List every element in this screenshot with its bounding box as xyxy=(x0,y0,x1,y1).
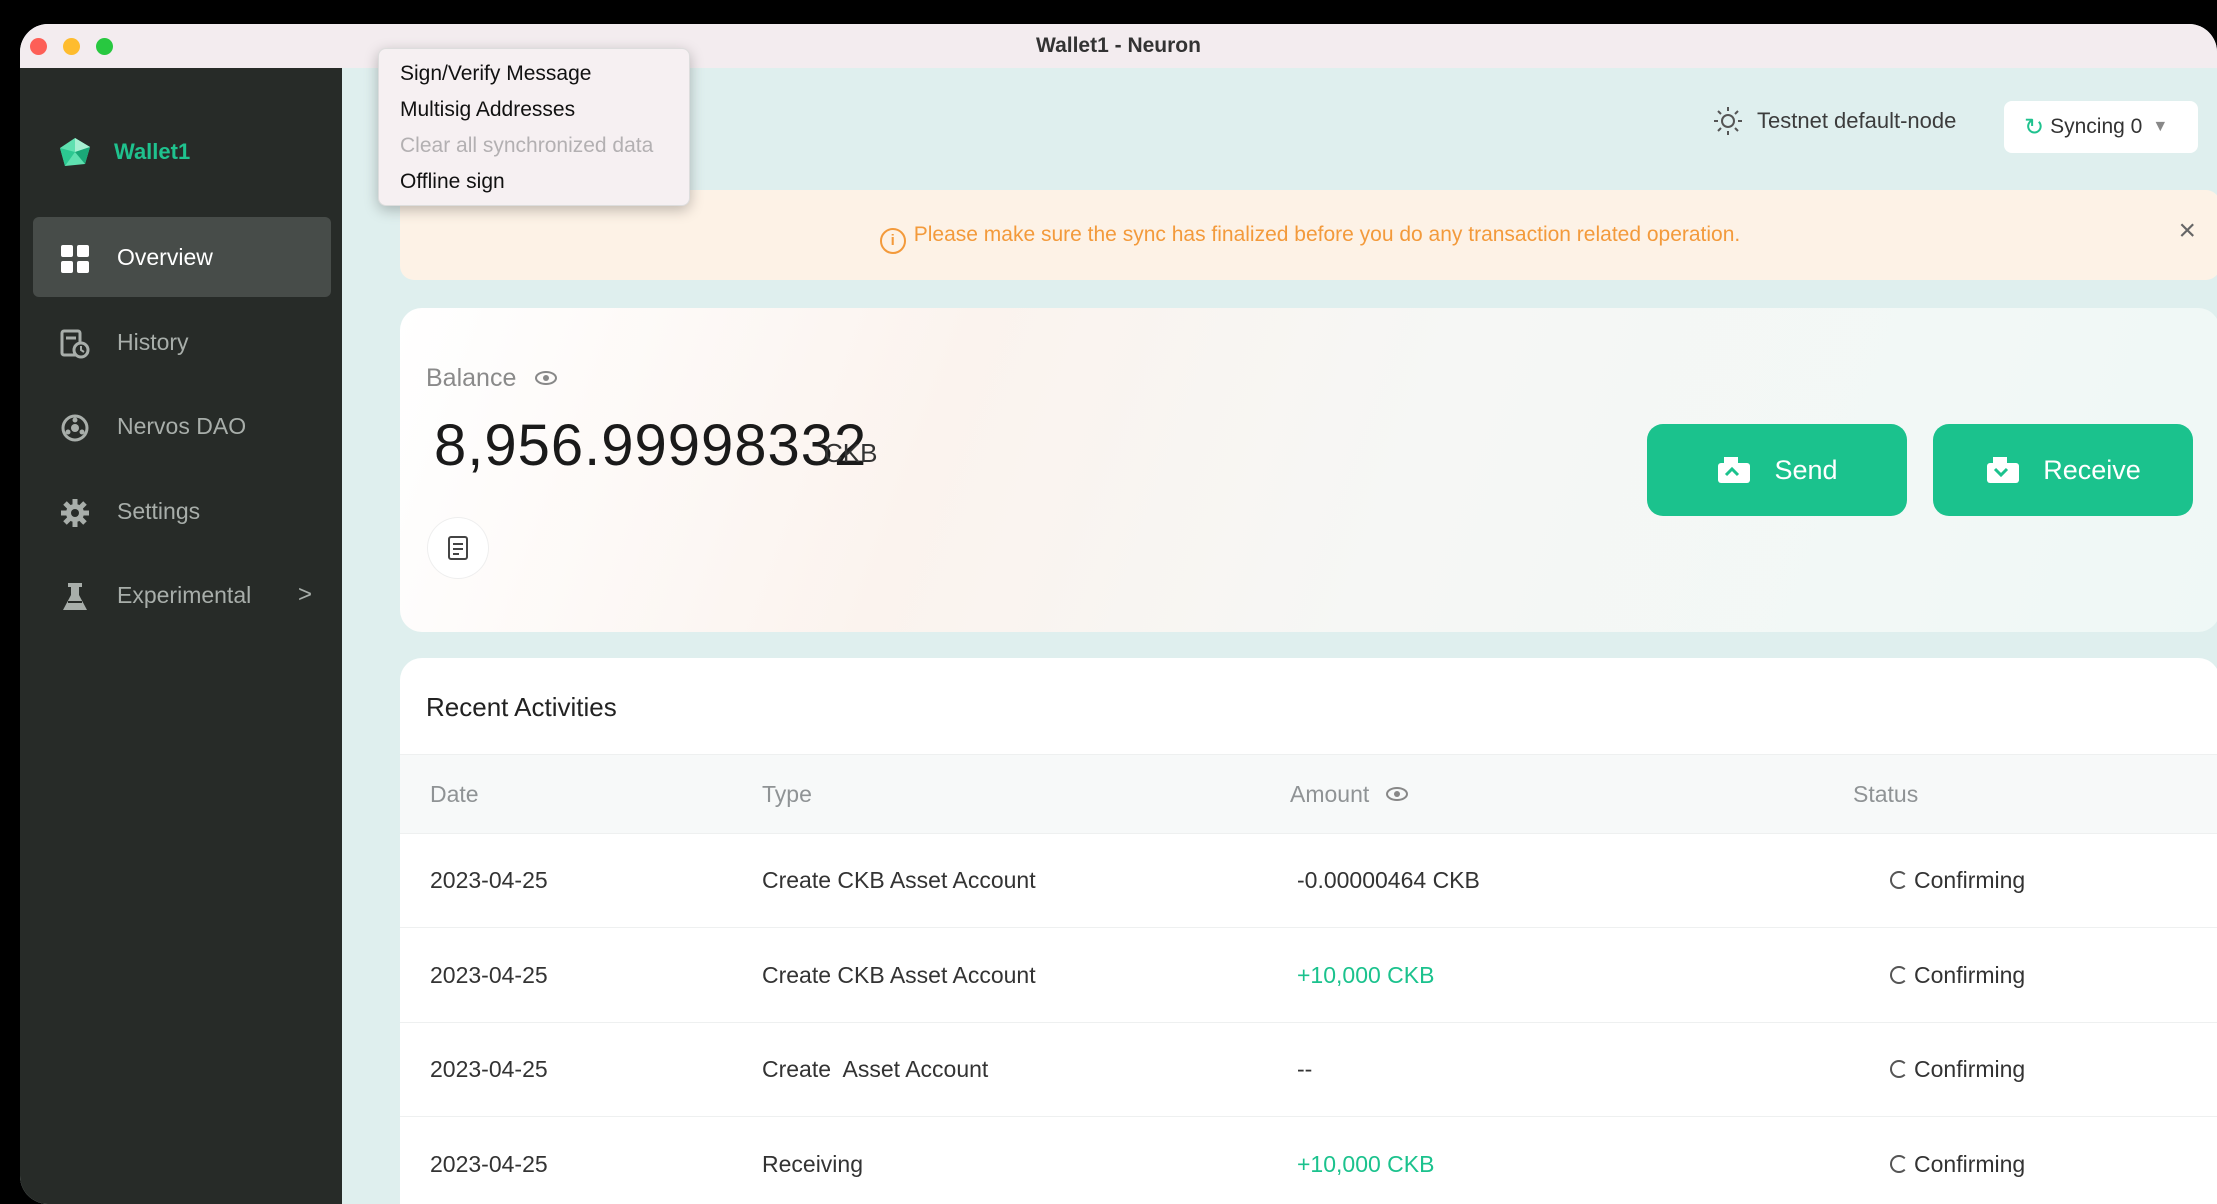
sidebar-item-history[interactable]: History xyxy=(33,302,331,382)
sync-status-button[interactable]: ↻ Syncing 0 ▼ xyxy=(2004,101,2198,153)
caret-down-icon: ▼ xyxy=(2152,118,2169,135)
warning-text: Please make sure the sync has finalized … xyxy=(913,223,1741,246)
balance-label: Balance xyxy=(426,364,517,392)
wallet-name: Wallet1 xyxy=(114,139,191,164)
table-row[interactable]: 2023-04-25 Receiving +10,000 CKB Confirm… xyxy=(400,1117,2217,1204)
row-amount: +10,000 CKB xyxy=(1297,1151,1435,1177)
sidebar-item-label: Nervos DAO xyxy=(117,412,247,439)
row-status-label: Confirming xyxy=(1914,1056,2026,1082)
sidebar-item-settings[interactable]: Settings xyxy=(33,471,331,551)
row-date: 2023-04-25 xyxy=(430,1056,548,1082)
app-window: Wallet1 - Neuron Wallet1 Overview Histor… xyxy=(20,24,2217,1204)
table-row[interactable]: 2023-04-25 Create CKB Asset Account -0.0… xyxy=(400,833,2217,928)
column-date: Date xyxy=(430,781,479,807)
balance-detail-button[interactable] xyxy=(428,518,488,578)
table-row[interactable]: 2023-04-25 Create Asset Account -- Confi… xyxy=(400,1022,2217,1117)
wallet-brand[interactable]: Wallet1 xyxy=(58,136,190,168)
window-title: Wallet1 - Neuron xyxy=(1036,34,1201,57)
menu-item-sign-verify[interactable]: Sign/Verify Message xyxy=(400,62,591,86)
row-status-label: Confirming xyxy=(1914,962,2026,988)
sun-icon xyxy=(1714,107,1742,135)
row-type: Receiving xyxy=(762,1151,863,1177)
sync-status-label: Syncing 0 xyxy=(2050,115,2143,138)
spinner-icon xyxy=(1890,1155,1908,1173)
row-type: Create CKB Asset Account xyxy=(762,962,1036,988)
row-status-label: Confirming xyxy=(1914,867,2026,893)
sidebar: Wallet1 Overview History Nervos DAO Sett… xyxy=(20,68,342,1204)
flask-icon xyxy=(63,583,87,610)
gear-icon xyxy=(61,499,89,527)
sidebar-item-label: History xyxy=(117,328,189,355)
chevron-right-icon: > xyxy=(298,581,313,608)
table-header: Date Type Amount Status xyxy=(400,754,2217,834)
neuron-logo-icon xyxy=(60,138,90,166)
document-icon xyxy=(448,536,468,560)
row-status: Confirming xyxy=(1890,1056,2025,1083)
dao-icon xyxy=(61,414,89,442)
menu-item-multisig[interactable]: Multisig Addresses xyxy=(400,98,575,122)
balance-label-row: Balance xyxy=(426,364,558,393)
table-row[interactable]: 2023-04-25 Create CKB Asset Account +10,… xyxy=(400,928,2217,1023)
column-status: Status xyxy=(1853,781,1919,807)
row-status-label: Confirming xyxy=(1914,1151,2026,1177)
close-icon[interactable]: × xyxy=(2178,216,2196,246)
column-type: Type xyxy=(762,781,812,807)
sidebar-item-label: Settings xyxy=(117,497,201,524)
eye-icon[interactable] xyxy=(1385,787,1408,801)
row-amount: -0.00000464 CKB xyxy=(1297,867,1480,893)
row-type: Create CKB Asset Account xyxy=(762,867,1036,893)
wallet-send-icon xyxy=(1718,457,1751,483)
recent-activities-panel: Recent Activities Date Type Amount Statu… xyxy=(400,658,2217,1204)
spinner-icon xyxy=(1890,871,1908,889)
section-title: Recent Activities xyxy=(426,692,617,722)
row-amount: +10,000 CKB xyxy=(1297,962,1435,988)
spinner-icon xyxy=(1890,966,1908,984)
row-status: Confirming xyxy=(1890,867,2025,894)
send-label: Send xyxy=(1774,454,1838,485)
sidebar-item-label: Overview xyxy=(117,243,213,270)
spinner-icon xyxy=(1890,1060,1908,1078)
receive-label: Receive xyxy=(2043,454,2141,485)
row-date: 2023-04-25 xyxy=(430,1151,548,1177)
balance-card: Balance 8,956.99998332 CKB Send Receive xyxy=(400,308,2217,632)
balance-amount: 8,956.99998332 xyxy=(434,413,868,478)
row-status: Confirming xyxy=(1890,962,2025,989)
menu-item-clear-data: Clear all synchronized data xyxy=(400,134,654,157)
row-type: Create Asset Account xyxy=(762,1056,989,1082)
info-icon: i xyxy=(879,228,906,254)
history-icon xyxy=(60,329,90,359)
sidebar-item-label: Experimental xyxy=(117,581,252,608)
column-amount: Amount xyxy=(1290,781,1408,808)
warning-message: i Please make sure the sync has finalized… xyxy=(400,223,2217,254)
send-button[interactable]: Send xyxy=(1647,424,1907,516)
balance-unit: CKB xyxy=(824,438,878,468)
network-name: Testnet default-node xyxy=(1757,108,1957,133)
wallet-receive-icon xyxy=(1987,457,2020,483)
network-indicator[interactable]: Testnet default-node xyxy=(1713,106,1956,136)
menu-item-offline-sign[interactable]: Offline sign xyxy=(400,170,505,194)
row-amount: -- xyxy=(1297,1056,1313,1082)
context-menu: Sign/Verify Message Multisig Addresses C… xyxy=(378,48,690,206)
eye-icon[interactable] xyxy=(535,371,558,385)
row-date: 2023-04-25 xyxy=(430,867,548,893)
receive-button[interactable]: Receive xyxy=(1933,424,2193,516)
sidebar-item-experimental[interactable]: Experimental > xyxy=(33,555,331,635)
row-date: 2023-04-25 xyxy=(430,962,548,988)
title-bar: Wallet1 - Neuron xyxy=(20,24,2217,69)
grid-icon xyxy=(61,245,89,273)
column-amount-label: Amount xyxy=(1290,781,1370,807)
sidebar-item-overview[interactable]: Overview xyxy=(33,217,331,297)
sidebar-item-nervos-dao[interactable]: Nervos DAO xyxy=(33,386,331,466)
row-status: Confirming xyxy=(1890,1151,2025,1178)
sync-spinner-icon: ↻ xyxy=(2024,113,2045,141)
